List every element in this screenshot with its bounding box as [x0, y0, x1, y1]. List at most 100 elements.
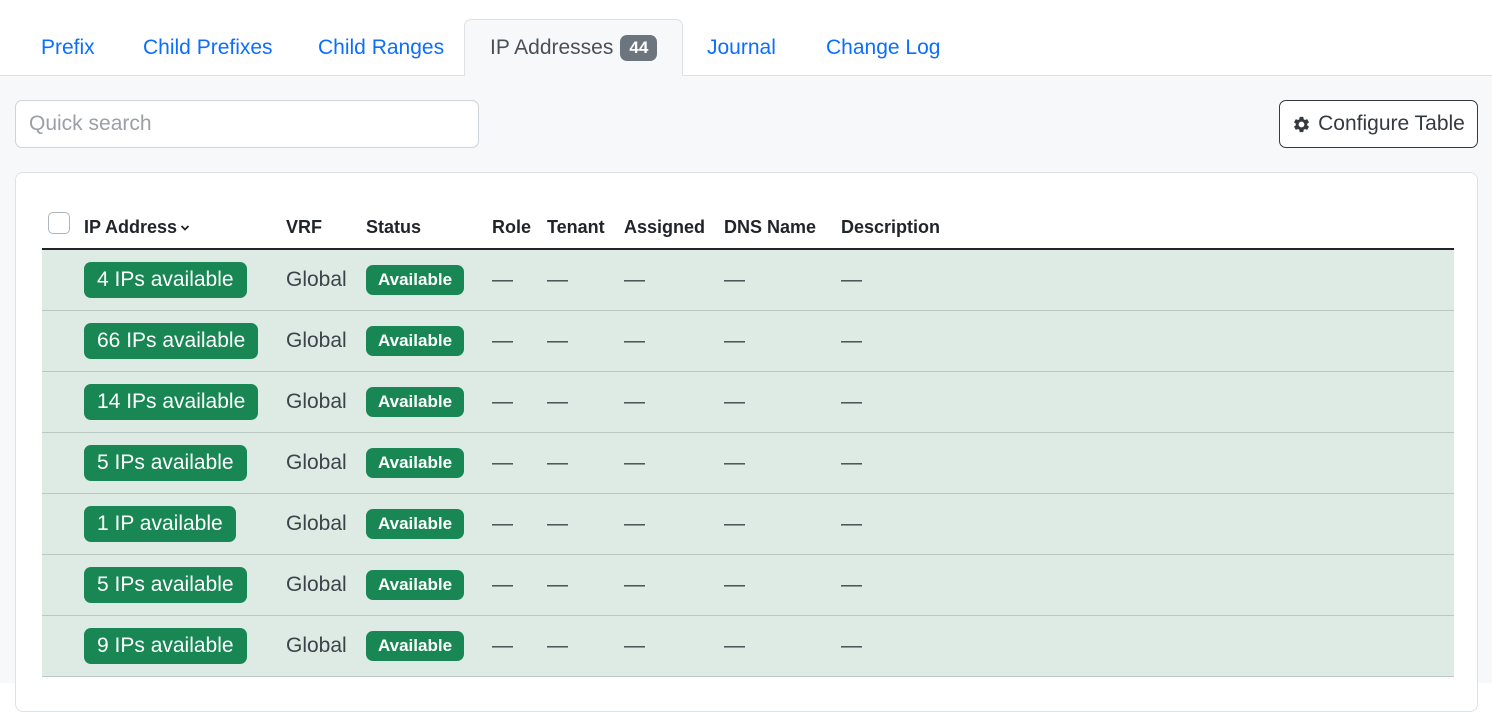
table-row: 1 IP available Global Available — — — — —: [42, 493, 1454, 555]
row-select-cell: [42, 554, 84, 616]
status-cell: Available: [366, 493, 492, 555]
configure-table-button[interactable]: Configure Table: [1279, 100, 1478, 148]
role-cell: —: [492, 249, 547, 311]
tenant-cell: —: [547, 554, 624, 616]
tab-child-ranges[interactable]: Child Ranges: [318, 19, 444, 76]
vrf-cell: Global: [286, 249, 366, 311]
role-cell: —: [492, 554, 547, 616]
tenant-cell: —: [547, 310, 624, 372]
vrf-cell: Global: [286, 432, 366, 494]
dns-name-cell: —: [724, 371, 841, 433]
status-badge: Available: [366, 447, 465, 479]
col-role[interactable]: Role: [492, 206, 547, 250]
table-row: 9 IPs available Global Available — — — — —: [42, 615, 1454, 677]
table-row: 5 IPs available Global Available — — — — —: [42, 554, 1454, 616]
dns-name-cell: —: [724, 554, 841, 616]
quick-search-input[interactable]: [15, 100, 479, 148]
available-ips-button[interactable]: 9 IPs available: [84, 627, 247, 665]
vrf-cell: Global: [286, 371, 366, 433]
row-select-cell: [42, 493, 84, 555]
tab-journal[interactable]: Journal: [707, 19, 776, 76]
col-ip-address-label: IP Address: [84, 216, 178, 237]
table-row: 4 IPs available Global Available — — — — —: [42, 249, 1454, 311]
vrf-cell: Global: [286, 493, 366, 555]
description-cell: —: [841, 615, 1454, 677]
tenant-cell: —: [547, 615, 624, 677]
description-cell: —: [841, 249, 1454, 311]
tab-child-prefixes[interactable]: Child Prefixes: [143, 19, 273, 76]
description-cell: —: [841, 554, 1454, 616]
tab-prefix[interactable]: Prefix: [41, 19, 95, 76]
role-cell: —: [492, 432, 547, 494]
role-cell: —: [492, 493, 547, 555]
dns-name-cell: —: [724, 493, 841, 555]
status-cell: Available: [366, 249, 492, 311]
assigned-cell: —: [624, 432, 724, 494]
gear-icon: [1294, 116, 1310, 132]
ip-address-table: IP Address VRF Status Role Tenant Assign…: [42, 206, 1454, 677]
col-vrf[interactable]: VRF: [286, 206, 366, 250]
assigned-cell: —: [624, 371, 724, 433]
tenant-cell: —: [547, 371, 624, 433]
col-dns-name[interactable]: DNS Name: [724, 206, 841, 250]
status-badge: Available: [366, 386, 465, 418]
status-cell: Available: [366, 371, 492, 433]
col-ip-address[interactable]: IP Address: [84, 206, 286, 250]
row-select-cell: [42, 310, 84, 372]
col-tenant[interactable]: Tenant: [547, 206, 624, 250]
row-select-cell: [42, 249, 84, 311]
table-header-row: IP Address VRF Status Role Tenant Assign…: [42, 206, 1454, 250]
row-select-cell: [42, 432, 84, 494]
tab-bar: Prefix Child Prefixes Child Ranges IP Ad…: [0, 0, 1492, 77]
dns-name-cell: —: [724, 432, 841, 494]
ip-cell: 1 IP available: [84, 493, 286, 555]
tab-change-log[interactable]: Change Log: [826, 19, 940, 76]
ip-table-card: IP Address VRF Status Role Tenant Assign…: [15, 172, 1478, 712]
description-cell: —: [841, 493, 1454, 555]
tab-ip-addresses[interactable]: IP Addresses 44: [464, 19, 684, 77]
status-cell: Available: [366, 310, 492, 372]
description-cell: —: [841, 371, 1454, 433]
assigned-cell: —: [624, 310, 724, 372]
description-cell: —: [841, 432, 1454, 494]
dns-name-cell: —: [724, 615, 841, 677]
select-all-checkbox[interactable]: [48, 212, 70, 235]
table-row: 5 IPs available Global Available — — — — —: [42, 432, 1454, 494]
role-cell: —: [492, 615, 547, 677]
ip-cell: 9 IPs available: [84, 615, 286, 677]
available-ips-button[interactable]: 5 IPs available: [84, 566, 247, 604]
status-cell: Available: [366, 432, 492, 494]
assigned-cell: —: [624, 249, 724, 311]
assigned-cell: —: [624, 615, 724, 677]
role-cell: —: [492, 371, 547, 433]
ip-cell: 5 IPs available: [84, 432, 286, 494]
available-ips-button[interactable]: 1 IP available: [84, 505, 236, 543]
tenant-cell: —: [547, 493, 624, 555]
status-badge: Available: [366, 264, 465, 296]
status-cell: Available: [366, 615, 492, 677]
col-assigned[interactable]: Assigned: [624, 206, 724, 250]
col-status[interactable]: Status: [366, 206, 492, 250]
ip-cell: 66 IPs available: [84, 310, 286, 372]
vrf-cell: Global: [286, 615, 366, 677]
ip-cell: 4 IPs available: [84, 249, 286, 311]
configure-table-label: Configure Table: [1318, 112, 1465, 135]
table-row: 66 IPs available Global Available — — — — —: [42, 310, 1454, 372]
row-select-cell: [42, 615, 84, 677]
available-ips-button[interactable]: 66 IPs available: [84, 322, 259, 360]
status-badge: Available: [366, 630, 465, 662]
table-row: 14 IPs available Global Available — — — — —: [42, 371, 1454, 433]
available-ips-button[interactable]: 5 IPs available: [84, 444, 247, 482]
tenant-cell: —: [547, 249, 624, 311]
ip-count-badge: 44: [620, 34, 658, 62]
ip-cell: 5 IPs available: [84, 554, 286, 616]
available-ips-button[interactable]: 4 IPs available: [84, 261, 247, 299]
assigned-cell: —: [624, 554, 724, 616]
row-select-cell: [42, 371, 84, 433]
role-cell: —: [492, 310, 547, 372]
col-description[interactable]: Description: [841, 206, 1454, 250]
ip-cell: 14 IPs available: [84, 371, 286, 433]
tenant-cell: —: [547, 432, 624, 494]
available-ips-button[interactable]: 14 IPs available: [84, 383, 259, 421]
dns-name-cell: —: [724, 310, 841, 372]
